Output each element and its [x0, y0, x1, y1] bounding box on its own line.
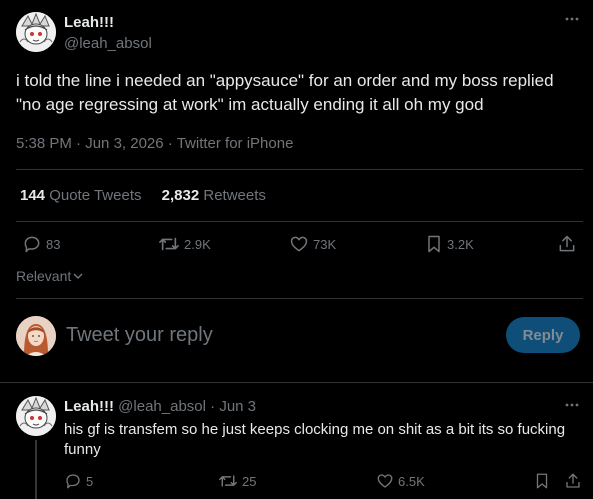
reply-input[interactable]: Tweet your reply [66, 324, 486, 347]
reply-retweet-count: 25 [242, 473, 257, 489]
reply-author-avatar[interactable] [16, 396, 56, 436]
reply-button[interactable]: Reply [506, 317, 580, 353]
quote-label: Quote Tweets [49, 187, 142, 204]
retweet-icon [158, 234, 180, 254]
tweet-time[interactable]: 5:38 PM [16, 135, 72, 152]
share-icon[interactable] [557, 234, 577, 254]
reply-action[interactable]: 83 [22, 234, 60, 254]
retweet-count: 2.9K [184, 236, 211, 252]
divider [0, 382, 593, 383]
retweet-count: 2,832 [161, 187, 200, 204]
like-action[interactable]: 73K [289, 234, 336, 254]
like-icon [376, 472, 394, 490]
tweet-text: i told the line i needed an "appysauce" … [16, 69, 591, 117]
separator-dot: · [167, 135, 173, 152]
reply-reply-action[interactable]: 5 [64, 472, 93, 490]
bookmark-icon [425, 234, 443, 254]
separator-dot: · [210, 398, 216, 415]
sort-label: Relevant [16, 268, 72, 284]
more-icon[interactable] [565, 16, 579, 22]
reply-text: his gf is transfem so he just keeps cloc… [64, 420, 589, 460]
retweet-label: Retweets [203, 187, 266, 204]
sort-dropdown[interactable]: Relevant [16, 268, 83, 284]
reply-reply-count: 5 [86, 473, 94, 489]
reply-author-handle[interactable]: @leah_absol [118, 398, 206, 415]
tweet-source[interactable]: Twitter for iPhone [177, 135, 294, 152]
reply-icon [22, 234, 42, 254]
tweet-text-line: i told the line i needed an "appysauce" … [16, 71, 554, 90]
reply-date[interactable]: Jun 3 [219, 398, 256, 415]
retweets-link[interactable]: 2,832 Retweets [162, 187, 266, 204]
like-icon [289, 234, 309, 254]
author-handle[interactable]: @leah_absol [64, 35, 152, 52]
bookmark-action[interactable]: 3.2K [425, 234, 474, 254]
divider [16, 221, 583, 222]
user-avatar[interactable] [16, 316, 56, 356]
reply-retweet-action[interactable]: 25 [218, 472, 256, 490]
reply-text-line: funny [64, 441, 101, 458]
retweet-action[interactable]: 2.9K [158, 234, 211, 254]
reply-header: Leah!!! @leah_absol · Jun 3 [64, 398, 256, 415]
reply-like-count: 6.5K [398, 473, 425, 489]
divider [16, 169, 583, 170]
reply-text-line: his gf is transfem so he just keeps cloc… [64, 421, 566, 438]
tweet-stats: 144 Quote Tweets 2,832 Retweets [20, 187, 266, 204]
separator-dot: · [76, 135, 82, 152]
tweet-meta: 5:38 PM · Jun 3, 2026 · Twitter for iPho… [16, 135, 293, 152]
author-name[interactable]: Leah!!! [64, 14, 114, 31]
quote-tweets-link[interactable]: 144 Quote Tweets [20, 187, 146, 204]
share-icon[interactable] [564, 472, 582, 490]
retweet-icon [218, 472, 238, 490]
reply-like-action[interactable]: 6.5K [376, 472, 425, 490]
reply-icon [64, 472, 82, 490]
bookmark-icon[interactable] [534, 472, 550, 490]
thread-line [35, 440, 37, 499]
quote-count: 144 [20, 187, 46, 204]
reply-count: 83 [46, 236, 61, 252]
author-avatar[interactable] [16, 12, 56, 52]
divider [16, 298, 583, 299]
tweet-date[interactable]: Jun 3, 2026 [85, 135, 163, 152]
chevron-down-icon [73, 272, 83, 280]
like-count: 73K [313, 236, 337, 252]
bookmark-count: 3.2K [447, 236, 474, 252]
more-icon[interactable] [565, 402, 579, 408]
tweet-text-line: "no age regressing at work" im actually … [16, 95, 484, 114]
reply-author-name[interactable]: Leah!!! [64, 398, 114, 415]
